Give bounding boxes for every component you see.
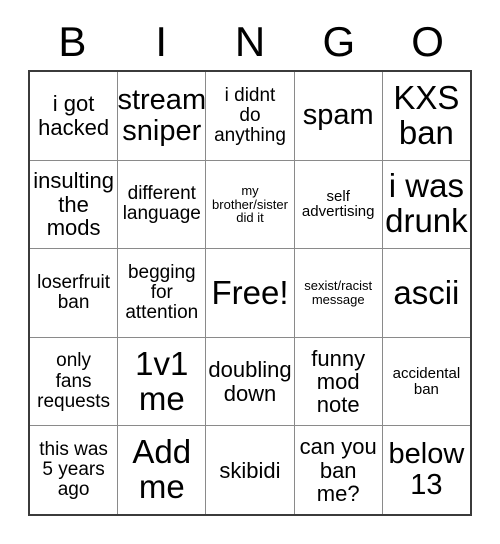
bingo-header-letter-n: N <box>234 18 266 65</box>
bingo-cell[interactable]: doubling down <box>206 337 294 426</box>
bingo-cell-label: i got hacked <box>38 91 110 140</box>
bingo-cell[interactable]: below 13 <box>382 426 470 514</box>
bingo-cell[interactable]: skibidi <box>206 426 294 514</box>
bingo-cell[interactable]: KXS ban <box>382 72 470 160</box>
bingo-header: BINGO <box>28 14 472 70</box>
bingo-cell[interactable]: loserfruit ban <box>30 249 118 337</box>
bingo-cell-label: my brother/sister did it <box>212 182 288 226</box>
bingo-cell[interactable]: i was drunk <box>382 160 470 249</box>
bingo-cell[interactable]: sexist/racist message <box>294 249 382 337</box>
bingo-cell-label: only fans requests <box>37 350 111 412</box>
bingo-cell-label: i didnt do anything <box>214 84 286 146</box>
bingo-cell-label: stream sniper <box>118 84 206 147</box>
bingo-cell-label: begging for attention <box>125 261 199 324</box>
bingo-cell[interactable]: ascii <box>382 249 470 337</box>
bingo-cell[interactable]: 1v1 me <box>118 337 206 426</box>
bingo-cell-label: skibidi <box>219 457 281 483</box>
bingo-cell-label: this was 5 years ago <box>39 439 108 501</box>
bingo-cell-label: KXS ban <box>393 78 460 151</box>
bingo-cell-label: Free! <box>211 273 289 311</box>
bingo-cell[interactable]: begging for attention <box>118 249 206 337</box>
bingo-cell[interactable]: can you ban me? <box>294 426 382 514</box>
bingo-cell[interactable]: insulting the mods <box>30 160 118 249</box>
bingo-cell-label: loserfruit ban <box>37 271 111 313</box>
bingo-cell[interactable]: i didnt do anything <box>206 72 294 160</box>
bingo-header-letter-b: B <box>58 18 87 65</box>
bingo-cell-label: doubling down <box>208 357 292 406</box>
bingo-cell-label: different language <box>122 183 201 225</box>
bingo-cell-label: sexist/racist message <box>304 278 373 307</box>
bingo-cell-label: spam <box>302 99 374 132</box>
bingo-cell[interactable]: i got hacked <box>30 72 118 160</box>
bingo-cell-label: can you ban me? <box>299 434 377 506</box>
bingo-cell-label: self advertising <box>301 187 375 221</box>
bingo-grid: i got hacked stream sniper i didnt do anyt… <box>28 70 472 516</box>
bingo-cell[interactable]: different language <box>118 160 206 249</box>
bingo-cell[interactable]: stream sniper <box>118 72 206 160</box>
bingo-cell[interactable]: my brother/sister did it <box>206 160 294 249</box>
bingo-cell-label: Add me <box>132 433 192 506</box>
bingo-cell-label: ascii <box>393 273 460 311</box>
bingo-cell[interactable]: self advertising <box>294 160 382 249</box>
bingo-cell[interactable]: funny mod note <box>294 337 382 426</box>
bingo-cell[interactable]: Add me <box>118 426 206 514</box>
bingo-cell-label: insulting the mods <box>33 168 114 241</box>
bingo-cell-label: below 13 <box>388 438 465 502</box>
bingo-cell-label: i was drunk <box>385 167 468 240</box>
bingo-cell-label: funny mod note <box>311 345 366 418</box>
bingo-free-space[interactable]: Free! <box>206 249 294 337</box>
bingo-cell[interactable]: only fans requests <box>30 337 118 426</box>
bingo-header-letter-i: I <box>155 18 168 65</box>
bingo-cell[interactable]: this was 5 years ago <box>30 426 118 514</box>
bingo-header-letter-o: O <box>411 18 444 65</box>
bingo-card: B I N G O i got hacked stream sniper i didnt d… <box>0 0 500 544</box>
bingo-cell-label: accidental ban <box>392 364 461 398</box>
bingo-cell[interactable]: spam <box>294 72 382 160</box>
bingo-header-letter-g: G <box>322 18 356 65</box>
bingo-cell[interactable]: accidental ban <box>382 337 470 426</box>
bingo-cell-label: 1v1 me <box>135 344 189 417</box>
